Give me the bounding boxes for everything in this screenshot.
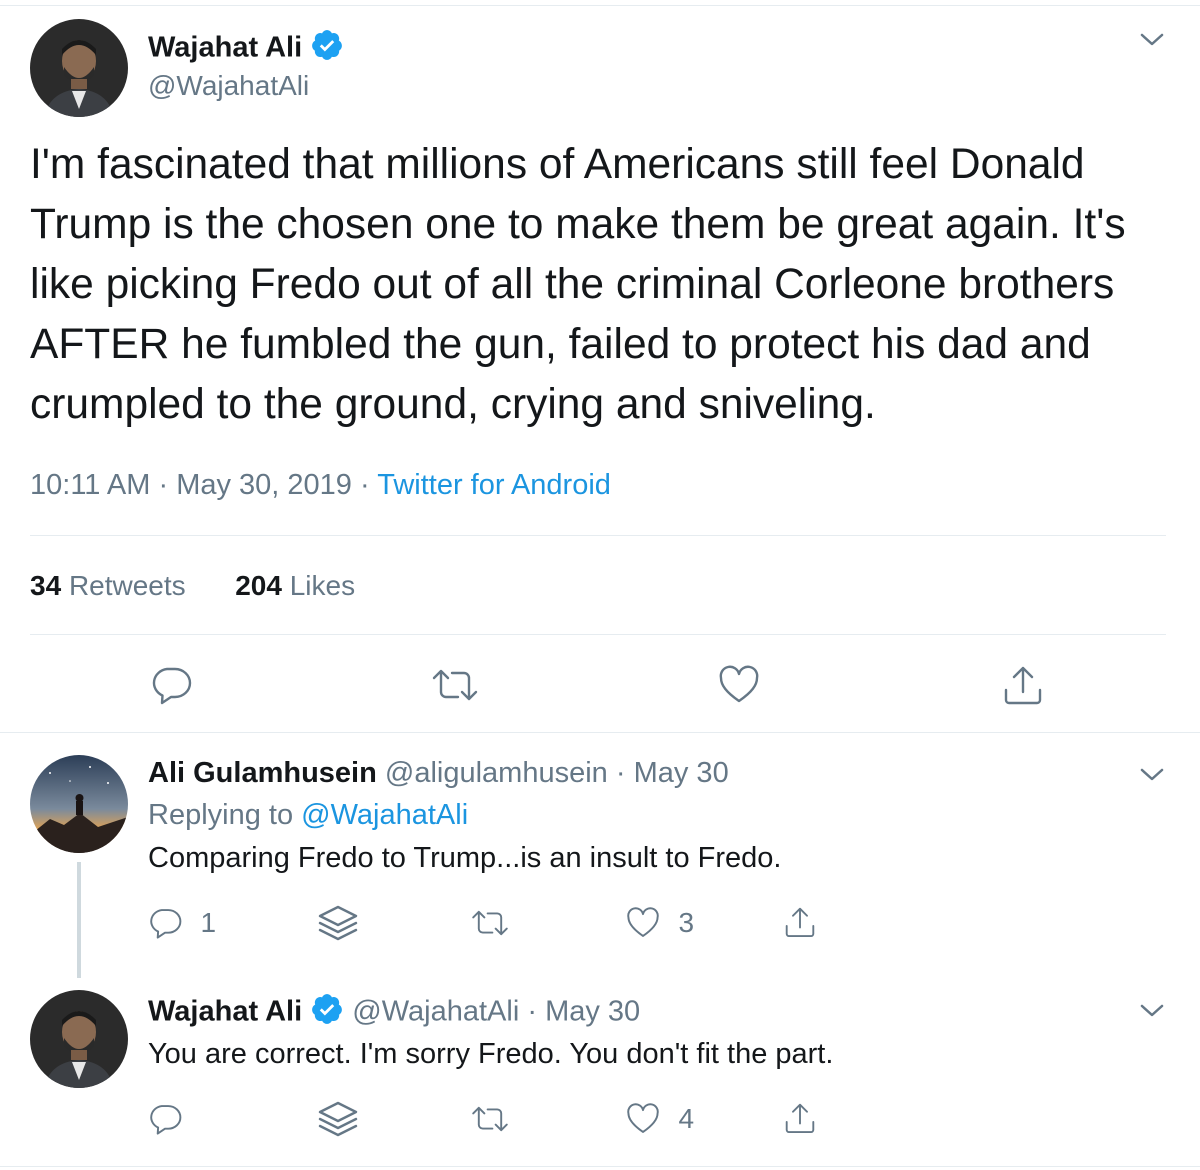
meta-separator: · bbox=[527, 995, 537, 1028]
share-icon bbox=[785, 907, 815, 938]
meta-separator: · bbox=[359, 469, 370, 501]
like-count: 3 bbox=[678, 907, 695, 938]
reply2-retweet-button[interactable] bbox=[470, 1102, 510, 1141]
reply2-header: Wajahat Ali @WajahatAli · May 30 bbox=[148, 992, 640, 1034]
retweets-label: Retweets bbox=[68, 570, 186, 601]
reply1-share-button[interactable] bbox=[782, 904, 818, 945]
tweet-date[interactable]: May 30, 2019 bbox=[176, 469, 352, 501]
reply-date[interactable]: May 30 bbox=[634, 757, 729, 789]
share-icon bbox=[785, 1103, 815, 1134]
like-count: 4 bbox=[678, 1103, 695, 1134]
retweets-stat[interactable]: 34 Retweets bbox=[30, 570, 186, 601]
reply-count: 1 bbox=[200, 907, 217, 938]
main-tweet-menu[interactable] bbox=[1136, 28, 1168, 57]
reply-date[interactable]: May 30 bbox=[545, 996, 640, 1028]
verified-badge-icon bbox=[310, 992, 344, 1034]
reply1-header: Ali Gulamhusein @aligulamhusein · May 30 bbox=[148, 756, 729, 790]
divider bbox=[30, 535, 1166, 536]
tweet-time[interactable]: 10:11 AM bbox=[30, 469, 150, 501]
likes-stat[interactable]: 204 Likes bbox=[235, 570, 355, 601]
meta-separator: · bbox=[615, 757, 626, 789]
share-button[interactable] bbox=[1000, 664, 1046, 711]
replying-prefix: Replying to bbox=[148, 799, 294, 831]
thread-connector bbox=[77, 862, 81, 978]
engagement-stats: 34 Retweets 204 Likes bbox=[30, 568, 355, 604]
retweet-icon bbox=[472, 1106, 508, 1132]
heart-icon bbox=[627, 907, 659, 937]
author-handle[interactable]: @WajahatAli bbox=[352, 996, 519, 1028]
reply2-reply-button[interactable] bbox=[148, 1102, 182, 1141]
top-border bbox=[0, 5, 1200, 6]
main-tweet-meta: 10:11 AM · May 30, 2019 · Twitter for An… bbox=[30, 467, 611, 503]
main-tweet-handle[interactable]: @WajahatAli bbox=[148, 69, 309, 103]
share-icon bbox=[1004, 666, 1042, 705]
main-tweet-author[interactable]: Wajahat Ali bbox=[148, 28, 344, 70]
retweet-icon bbox=[432, 669, 478, 701]
author-name[interactable]: Wajahat Ali bbox=[148, 996, 302, 1028]
heart-icon bbox=[719, 665, 759, 703]
reply2-share-button[interactable] bbox=[782, 1100, 818, 1141]
reply2-like-button[interactable]: 4 bbox=[626, 1102, 694, 1136]
comment-bubble-icon bbox=[152, 667, 192, 705]
retweet-icon bbox=[472, 910, 508, 936]
reply2-avatar[interactable] bbox=[30, 990, 128, 1088]
author-name[interactable]: Wajahat Ali bbox=[148, 32, 302, 64]
replying-handle-link[interactable]: @WajahatAli bbox=[301, 799, 468, 831]
bottom-border bbox=[0, 1166, 1200, 1167]
reply1-menu[interactable] bbox=[1136, 763, 1168, 792]
like-button[interactable] bbox=[718, 664, 760, 711]
reply1-stack-button[interactable] bbox=[316, 904, 360, 949]
meta-separator: · bbox=[158, 469, 169, 501]
chevron-down-icon[interactable] bbox=[1136, 28, 1168, 52]
reply1-retweet-button[interactable] bbox=[470, 906, 510, 945]
reply1-avatar[interactable] bbox=[30, 755, 128, 853]
tweet-separator bbox=[0, 732, 1200, 733]
author-handle[interactable]: @aligulamhusein bbox=[385, 757, 608, 789]
chevron-down-icon[interactable] bbox=[1136, 999, 1168, 1023]
heart-icon bbox=[627, 1103, 659, 1133]
retweet-button[interactable] bbox=[430, 664, 480, 711]
likes-label: Likes bbox=[289, 570, 356, 601]
reply2-text: You are correct. I'm sorry Fredo. You do… bbox=[148, 1038, 834, 1070]
reply1-text: Comparing Fredo to Trump...is an insult … bbox=[148, 842, 782, 874]
tweet-source-link[interactable]: Twitter for Android bbox=[377, 469, 611, 501]
reply2-stack-button[interactable] bbox=[316, 1100, 360, 1145]
comment-bubble-icon bbox=[150, 1105, 182, 1135]
main-tweet-text: I'm fascinated that millions of American… bbox=[30, 141, 1126, 428]
likes-count: 204 bbox=[235, 570, 282, 601]
layers-icon bbox=[318, 1101, 358, 1137]
comment-bubble-icon bbox=[150, 909, 182, 939]
replying-to: Replying to @WajahatAli bbox=[148, 798, 468, 832]
reply1-like-button[interactable]: 3 bbox=[626, 906, 694, 940]
verified-badge-icon bbox=[310, 28, 344, 70]
reply-button[interactable] bbox=[150, 664, 192, 711]
author-name[interactable]: Ali Gulamhusein bbox=[148, 757, 377, 789]
reply2-menu[interactable] bbox=[1136, 999, 1168, 1028]
chevron-down-icon[interactable] bbox=[1136, 763, 1168, 787]
layers-icon bbox=[318, 905, 358, 941]
divider bbox=[30, 634, 1166, 635]
main-tweet-avatar[interactable] bbox=[30, 19, 128, 117]
reply1-reply-button[interactable]: 1 bbox=[148, 906, 216, 940]
retweets-count: 34 bbox=[30, 570, 62, 601]
